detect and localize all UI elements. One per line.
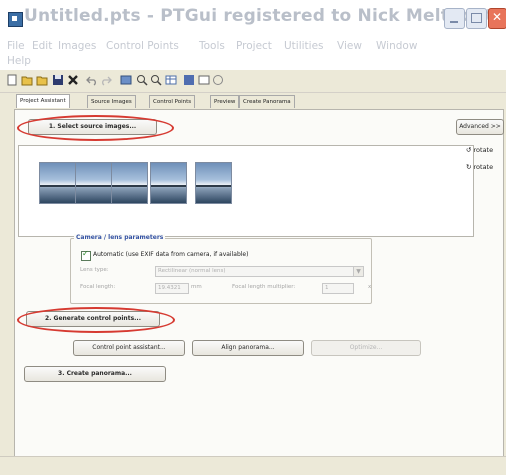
menu-help[interactable]: Help	[7, 55, 31, 67]
menu-bar: File Edit Images Control Points Tools Pr…	[0, 36, 506, 70]
automatic-exif-checkbox[interactable]	[81, 249, 91, 261]
close-button[interactable]	[488, 8, 506, 29]
minimize-button[interactable]	[444, 8, 465, 29]
lens-type-label: Lens type:	[80, 267, 109, 273]
automatic-exif-label: Automatic (use EXIF data from camera, if…	[93, 251, 249, 258]
chevron-down-icon[interactable]: ▼	[353, 266, 364, 277]
highlight-oval	[17, 307, 175, 333]
new-icon[interactable]	[6, 74, 18, 86]
rotate-ccw-icon: ↺	[466, 146, 474, 154]
title-bar: Untitled.pts - PTGui registered to Nick …	[0, 0, 506, 36]
focal-multiplier-label: Focal length multiplier:	[232, 284, 296, 290]
mm-unit-label: mm	[191, 284, 202, 290]
table-icon[interactable]	[165, 74, 177, 86]
menu-edit[interactable]: Edit	[32, 40, 52, 52]
tab-source-images[interactable]: Source Images	[87, 95, 136, 108]
panorama-editor-icon[interactable]	[120, 74, 132, 86]
create-panorama-button[interactable]: 3. Create panorama...	[24, 366, 166, 382]
highlight-oval	[17, 115, 174, 141]
source-image-thumbnail[interactable]	[75, 162, 112, 204]
focal-length-input[interactable]: 19.4321	[155, 283, 189, 294]
redo-icon[interactable]	[100, 74, 112, 86]
zoom-in-icon[interactable]	[136, 74, 148, 86]
menu-window[interactable]: Window	[376, 40, 417, 52]
source-image-thumbnail[interactable]	[111, 162, 148, 204]
open-icon[interactable]	[21, 74, 33, 86]
source-image-thumbnail[interactable]	[150, 162, 187, 204]
lens-type-select[interactable]: Rectilinear (normal lens)	[155, 266, 355, 277]
source-image-thumbnail[interactable]	[39, 162, 76, 204]
tab-control-points[interactable]: Control Points	[149, 95, 196, 108]
window-title: Untitled.pts - PTGui registered to Nick …	[24, 6, 505, 26]
window-icon[interactable]	[198, 74, 210, 86]
menu-utilities[interactable]: Utilities	[284, 40, 324, 52]
menu-images[interactable]: Images	[58, 40, 96, 52]
control-point-assistant-button[interactable]: Control point assistant...	[73, 340, 185, 356]
rotate-right-button[interactable]: ↻ rotate	[466, 163, 493, 171]
camera-lens-title: Camera / lens parameters	[74, 234, 166, 241]
open-recent-icon[interactable]	[36, 74, 48, 86]
focal-length-label: Focal length:	[80, 284, 116, 290]
menu-project[interactable]: Project	[236, 40, 272, 52]
save-icon[interactable]	[52, 74, 64, 86]
tab-create-panorama[interactable]: Create Panorama	[239, 95, 295, 108]
optimize-button[interactable]: Optimize...	[311, 340, 421, 356]
tab-preview[interactable]: Preview	[210, 95, 240, 108]
x-unit-label: x	[368, 284, 372, 290]
rotate-cw-icon: ↻	[466, 163, 474, 171]
undo-icon[interactable]	[86, 74, 98, 86]
help-icon[interactable]	[212, 74, 224, 86]
menu-file[interactable]: File	[7, 40, 25, 52]
toolbar	[0, 70, 506, 93]
delete-icon[interactable]	[67, 74, 79, 86]
advanced-button[interactable]: Advanced >>	[456, 119, 504, 135]
status-bar	[0, 456, 506, 475]
app-icon	[8, 12, 23, 27]
align-panorama-button[interactable]: Align panorama...	[192, 340, 304, 356]
editor-icon[interactable]	[183, 74, 195, 86]
source-image-thumbnail[interactable]	[195, 162, 232, 204]
ptgui-window: Untitled.pts - PTGui registered to Nick …	[0, 0, 506, 475]
maximize-button[interactable]	[466, 8, 487, 29]
source-images-strip	[18, 145, 474, 237]
focal-multiplier-input[interactable]: 1	[322, 283, 354, 294]
menu-control-points[interactable]: Control Points	[106, 40, 179, 52]
menu-view[interactable]: View	[337, 40, 362, 52]
zoom-out-icon[interactable]	[150, 74, 162, 86]
tab-project-assistant[interactable]: Project Assistant	[16, 94, 70, 108]
menu-tools[interactable]: Tools	[199, 40, 225, 52]
rotate-left-button[interactable]: ↺ rotate	[466, 146, 493, 154]
